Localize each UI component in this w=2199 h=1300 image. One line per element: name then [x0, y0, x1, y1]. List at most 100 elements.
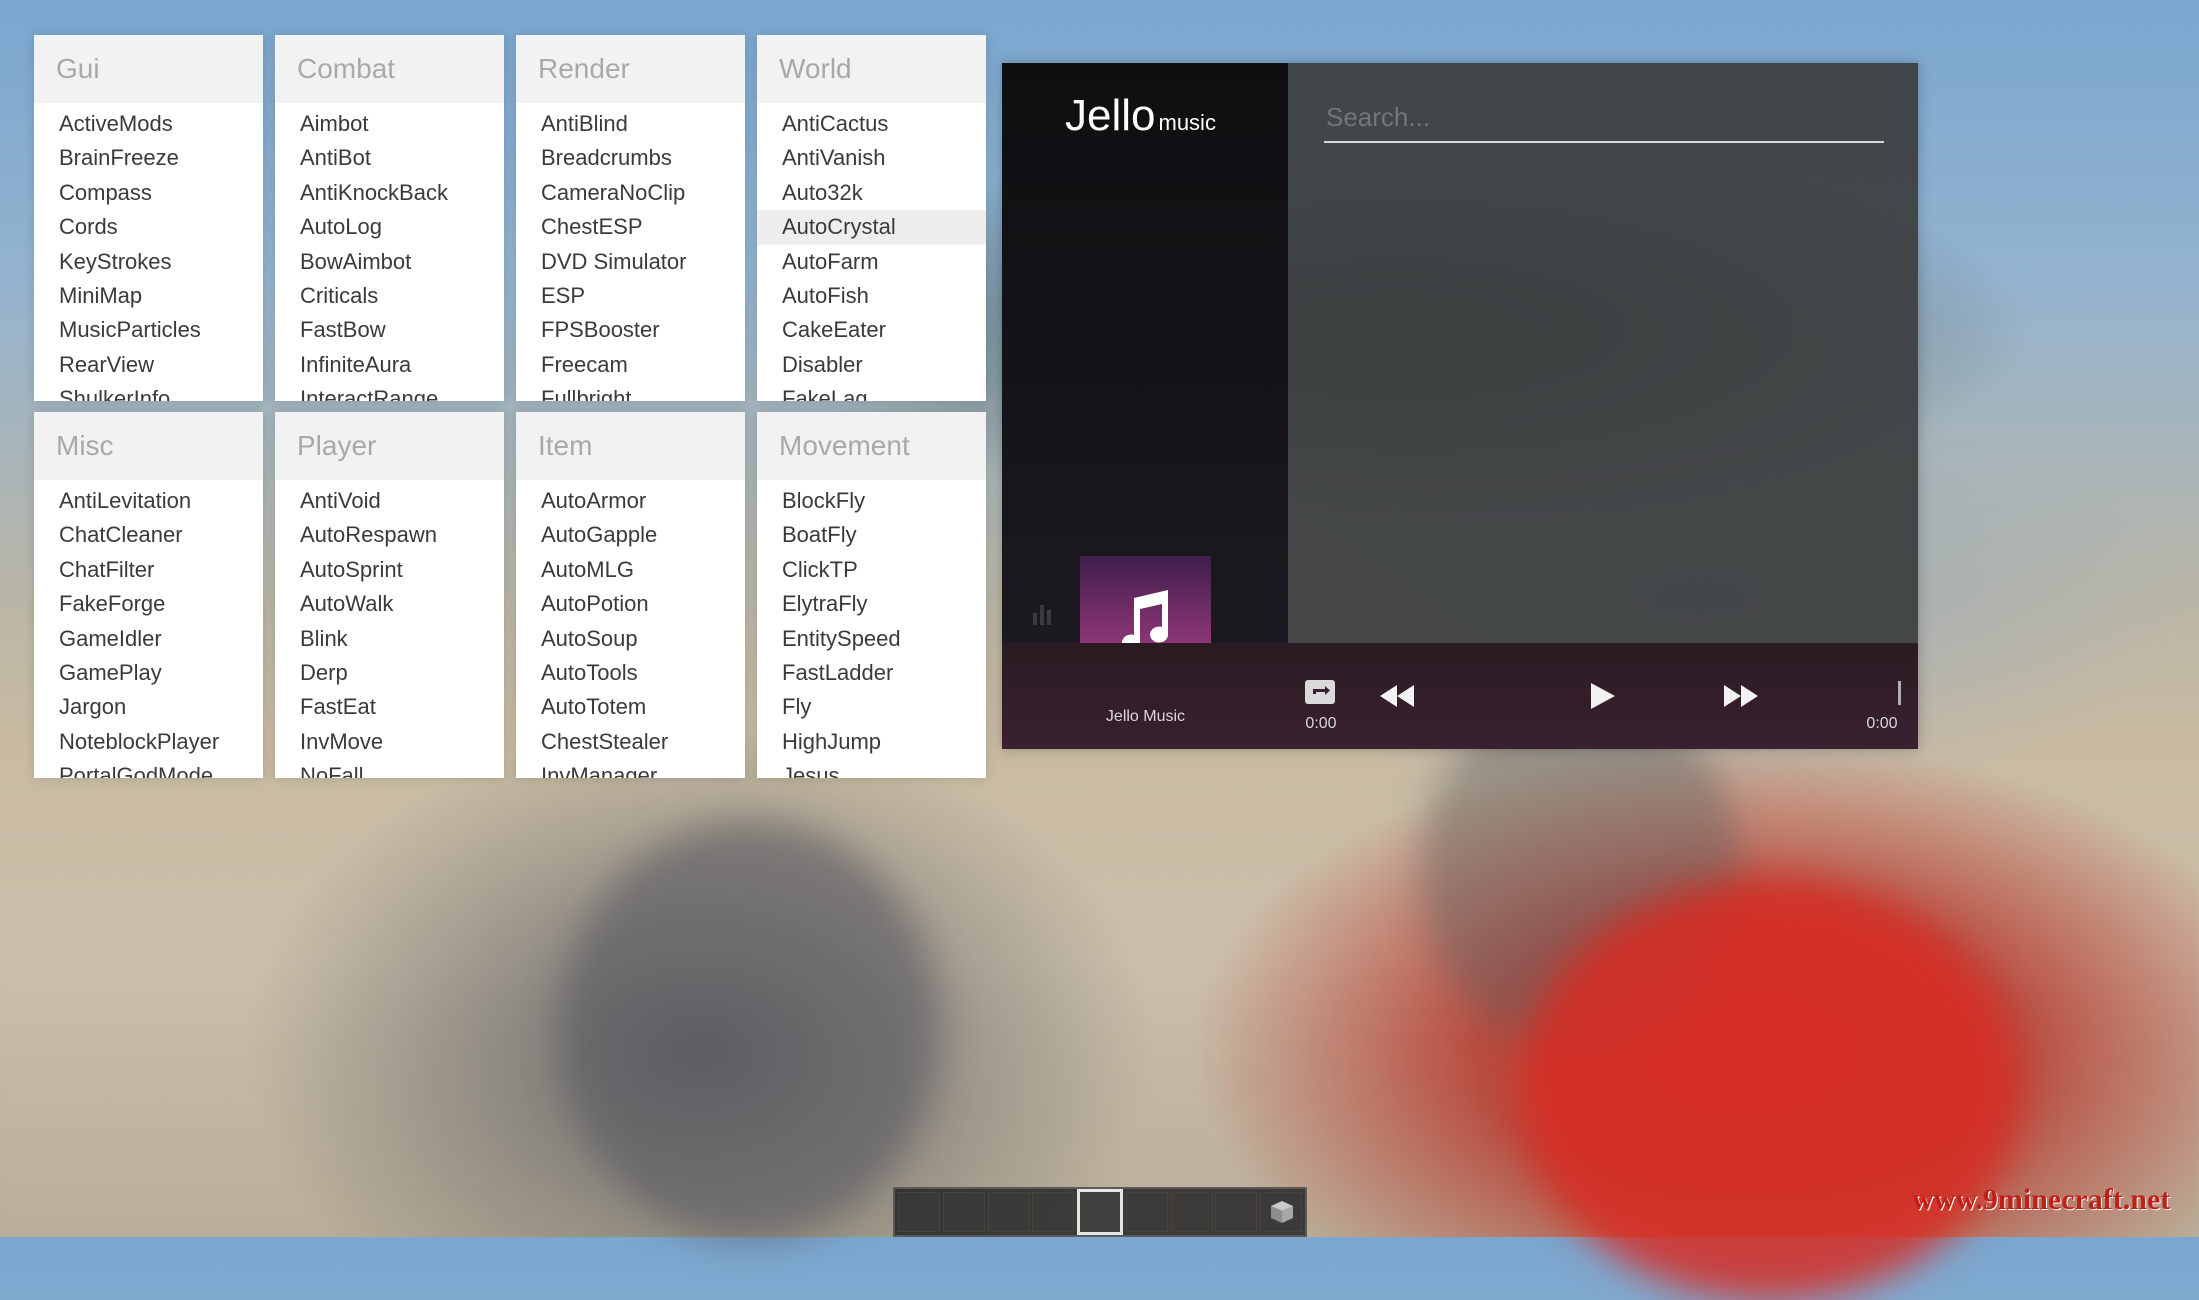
module-item[interactable]: NoFall	[275, 759, 504, 778]
module-item[interactable]: AntiKnockBack	[275, 176, 504, 210]
module-item[interactable]: GamePlay	[34, 656, 263, 690]
module-item[interactable]: BowAimbot	[275, 245, 504, 279]
module-item[interactable]: ShulkerInfo	[34, 382, 263, 401]
module-item[interactable]: InfiniteAura	[275, 348, 504, 382]
module-item[interactable]: InvMove	[275, 725, 504, 759]
module-item[interactable]: InteractRange	[275, 382, 504, 401]
module-item[interactable]: Jesus	[757, 759, 986, 778]
time-elapsed: 0:00	[1305, 715, 1337, 732]
volume-slider[interactable]	[1898, 681, 1901, 705]
module-item[interactable]: MiniMap	[34, 279, 263, 313]
module-item[interactable]: PortalGodMode	[34, 759, 263, 778]
module-item[interactable]: CameraNoClip	[516, 176, 745, 210]
module-item[interactable]: Derp	[275, 656, 504, 690]
module-item[interactable]: ChestStealer	[516, 725, 745, 759]
module-item[interactable]: FakeLag	[757, 382, 986, 401]
module-item[interactable]: AutoFarm	[757, 245, 986, 279]
module-item[interactable]: AutoPotion	[516, 587, 745, 621]
hotbar-slot[interactable]	[1215, 1192, 1258, 1232]
watermark: www.9minecraft.net	[1912, 1183, 2171, 1216]
module-item[interactable]: MusicParticles	[34, 313, 263, 347]
module-item[interactable]: AntiBot	[275, 141, 504, 175]
module-item[interactable]: ESP	[516, 279, 745, 313]
module-item[interactable]: NoteblockPlayer	[34, 725, 263, 759]
category-title: Misc	[34, 412, 263, 480]
module-item[interactable]: AutoCrystal	[757, 210, 986, 245]
bar-chart-icon[interactable]	[1030, 601, 1056, 627]
repeat-icon[interactable]	[1304, 679, 1336, 705]
module-item[interactable]: Criticals	[275, 279, 504, 313]
play-icon[interactable]	[1591, 683, 1615, 709]
module-item[interactable]: AutoGapple	[516, 518, 745, 552]
module-item[interactable]: ChatCleaner	[34, 518, 263, 552]
module-item[interactable]: Fullbright	[516, 382, 745, 401]
module-item[interactable]: KeyStrokes	[34, 245, 263, 279]
rewind-icon[interactable]	[1380, 685, 1414, 707]
module-item[interactable]: EntitySpeed	[757, 622, 986, 656]
category-panel-world: World AntiCactus AntiVanish Auto32k Auto…	[757, 35, 986, 401]
category-panel-render: Render AntiBlind Breadcrumbs CameraNoCli…	[516, 35, 745, 401]
hotbar-slot[interactable]	[987, 1192, 1030, 1232]
module-item[interactable]: FastLadder	[757, 656, 986, 690]
module-item[interactable]: AutoTotem	[516, 690, 745, 724]
hotbar-slot[interactable]	[1032, 1192, 1075, 1232]
music-main-area	[1288, 63, 1918, 643]
module-item[interactable]: AutoLog	[275, 210, 504, 244]
hotbar-slot-selected[interactable]	[1077, 1189, 1123, 1235]
module-item[interactable]: Breadcrumbs	[516, 141, 745, 175]
module-item[interactable]: AntiVoid	[275, 484, 504, 518]
module-item[interactable]: DVD Simulator	[516, 245, 745, 279]
module-item[interactable]: FastEat	[275, 690, 504, 724]
module-item[interactable]: BoatFly	[757, 518, 986, 552]
module-item[interactable]: RearView	[34, 348, 263, 382]
module-item[interactable]: Compass	[34, 176, 263, 210]
music-player: Jellomusic Jello Music 0:00	[1002, 63, 1918, 749]
module-item[interactable]: AntiVanish	[757, 141, 986, 175]
module-item[interactable]: InvManager	[516, 759, 745, 778]
module-item[interactable]: BrainFreeze	[34, 141, 263, 175]
module-item[interactable]: Aimbot	[275, 107, 504, 141]
module-item[interactable]: ChestESP	[516, 210, 745, 244]
search-input[interactable]	[1324, 93, 1884, 143]
module-item[interactable]: AntiCactus	[757, 107, 986, 141]
module-item[interactable]: AntiBlind	[516, 107, 745, 141]
hotbar-slot[interactable]	[898, 1192, 940, 1232]
category-panel-item: Item AutoArmor AutoGapple AutoMLG AutoPo…	[516, 412, 745, 778]
module-item[interactable]: AntiLevitation	[34, 484, 263, 518]
module-item[interactable]: AutoMLG	[516, 553, 745, 587]
playlist-name: Jello Music	[1105, 708, 1186, 725]
hotbar-slot[interactable]	[1170, 1192, 1213, 1232]
module-item[interactable]: Disabler	[757, 348, 986, 382]
module-item[interactable]: Blink	[275, 622, 504, 656]
module-item[interactable]: Cords	[34, 210, 263, 244]
module-item[interactable]: AutoRespawn	[275, 518, 504, 552]
module-item[interactable]: ClickTP	[757, 553, 986, 587]
hotbar-slot[interactable]	[1260, 1192, 1302, 1232]
module-item[interactable]: CakeEater	[757, 313, 986, 347]
fast-forward-icon[interactable]	[1724, 685, 1758, 707]
category-panel-movement: Movement BlockFly BoatFly ClickTP Elytra…	[757, 412, 986, 778]
module-item[interactable]: AutoSoup	[516, 622, 745, 656]
module-item[interactable]: FPSBooster	[516, 313, 745, 347]
module-item[interactable]: Freecam	[516, 348, 745, 382]
hotbar-slot[interactable]	[1125, 1192, 1168, 1232]
module-item[interactable]: BlockFly	[757, 484, 986, 518]
module-item[interactable]: ChatFilter	[34, 553, 263, 587]
module-item[interactable]: AutoArmor	[516, 484, 745, 518]
module-item[interactable]: GameIdler	[34, 622, 263, 656]
module-item[interactable]: ActiveMods	[34, 107, 263, 141]
hotbar-slot[interactable]	[942, 1192, 985, 1232]
module-item[interactable]: AutoFish	[757, 279, 986, 313]
module-item[interactable]: ElytraFly	[757, 587, 986, 621]
module-item[interactable]: Auto32k	[757, 176, 986, 210]
module-item[interactable]: HighJump	[757, 725, 986, 759]
module-item[interactable]: AutoTools	[516, 656, 745, 690]
module-item[interactable]: AutoSprint	[275, 553, 504, 587]
module-item[interactable]: FakeForge	[34, 587, 263, 621]
module-item[interactable]: AutoWalk	[275, 587, 504, 621]
module-item[interactable]: Jargon	[34, 690, 263, 724]
module-item[interactable]: FastBow	[275, 313, 504, 347]
module-item[interactable]: Fly	[757, 690, 986, 724]
music-logo-main: Jello	[1065, 91, 1156, 140]
category-title: Player	[275, 412, 504, 480]
